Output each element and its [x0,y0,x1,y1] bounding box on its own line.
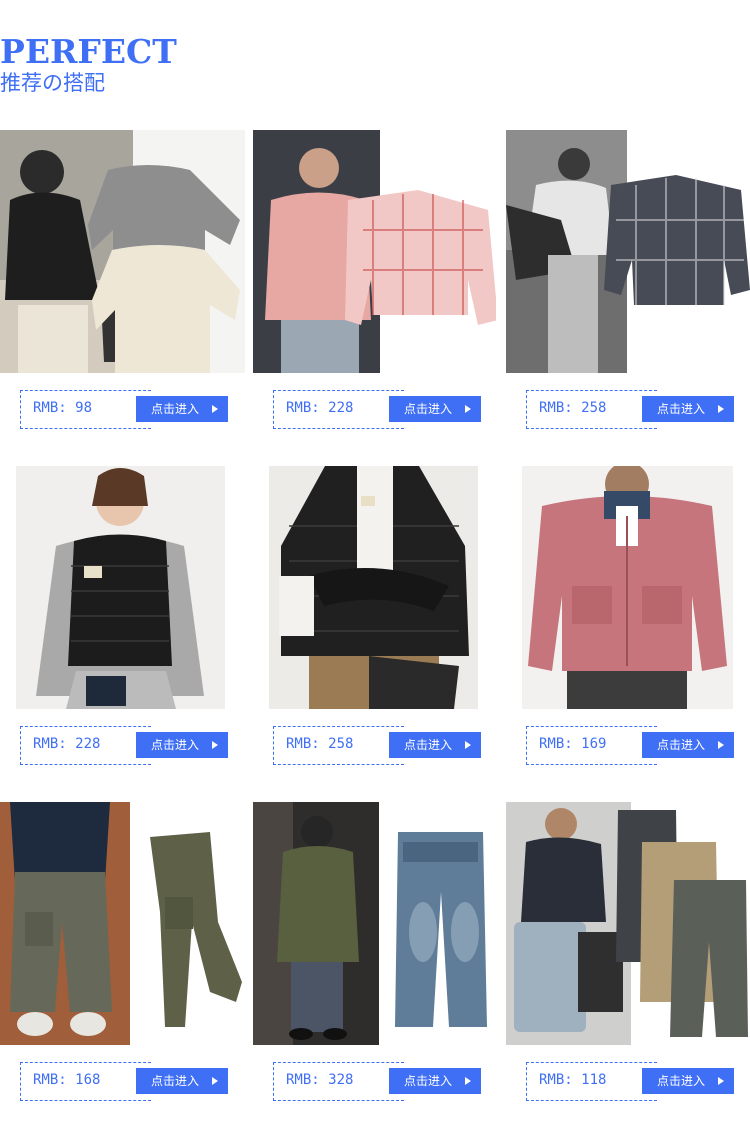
price-box: RMB: 228 [273,390,404,429]
enter-button-label: 点击进入 [151,738,200,752]
price-box: RMB: 258 [526,390,657,429]
price-label: RMB: 169 [539,736,607,752]
caret-right-icon [212,741,218,749]
price-box: RMB: 169 [526,726,657,765]
price-box: RMB: 118 [526,1062,657,1101]
product-card[interactable]: RMB: 98 点击进入 [0,130,245,430]
product-card[interactable]: RMB: 228 点击进入 [253,130,496,430]
caret-right-icon [212,405,218,413]
caret-right-icon [465,741,471,749]
product-card[interactable]: RMB: 118 点击进入 [506,802,750,1102]
price-box: RMB: 258 [273,726,404,765]
price-label: RMB: 118 [539,1072,607,1088]
price-box: RMB: 98 [20,390,151,429]
enter-button[interactable]: 点击进入 [389,1068,481,1094]
caret-right-icon [718,405,724,413]
enter-button-label: 点击进入 [404,738,453,752]
product-photo[interactable] [506,802,750,1045]
price-box: RMB: 328 [273,1062,404,1101]
caret-right-icon [718,1077,724,1085]
enter-button-label: 点击进入 [404,402,453,416]
product-photo[interactable] [522,466,733,709]
enter-button[interactable]: 点击进入 [136,732,228,758]
price-box: RMB: 228 [20,726,151,765]
price-label: RMB: 328 [286,1072,354,1088]
enter-button[interactable]: 点击进入 [642,396,734,422]
enter-button[interactable]: 点击进入 [389,396,481,422]
page-subtitle: 推荐の搭配 [0,71,105,95]
enter-button-label: 点击进入 [151,402,200,416]
caret-right-icon [212,1077,218,1085]
product-photo[interactable] [16,466,225,709]
enter-button[interactable]: 点击进入 [389,732,481,758]
price-label: RMB: 228 [286,400,354,416]
caret-right-icon [465,405,471,413]
enter-button-label: 点击进入 [657,402,706,416]
enter-button-label: 点击进入 [657,1074,706,1088]
enter-button[interactable]: 点击进入 [136,396,228,422]
price-label: RMB: 228 [33,736,101,752]
product-card[interactable]: RMB: 258 点击进入 [253,466,488,766]
page-header: PERFECT 推荐の搭配 [0,34,177,96]
product-photo[interactable] [253,130,496,373]
enter-button-label: 点击进入 [151,1074,200,1088]
product-photo[interactable] [253,802,496,1045]
product-photo[interactable] [0,130,245,373]
caret-right-icon [465,1077,471,1085]
enter-button[interactable]: 点击进入 [642,732,734,758]
product-card[interactable]: RMB: 328 点击进入 [253,802,496,1102]
product-card[interactable]: RMB: 258 点击进入 [506,130,750,430]
price-box: RMB: 168 [20,1062,151,1101]
enter-button[interactable]: 点击进入 [136,1068,228,1094]
product-photo[interactable] [506,130,750,373]
price-label: RMB: 168 [33,1072,101,1088]
product-card[interactable]: RMB: 228 点击进入 [0,466,235,766]
product-card[interactable]: RMB: 168 点击进入 [0,802,245,1102]
product-photo[interactable] [269,466,478,709]
page-title: PERFECT [0,32,177,71]
enter-button-label: 点击进入 [404,1074,453,1088]
price-label: RMB: 98 [33,400,93,416]
price-label: RMB: 258 [286,736,354,752]
enter-button-label: 点击进入 [657,738,706,752]
enter-button[interactable]: 点击进入 [642,1068,734,1094]
product-photo[interactable] [0,802,245,1045]
caret-right-icon [718,741,724,749]
price-label: RMB: 258 [539,400,607,416]
product-card[interactable]: RMB: 169 点击进入 [506,466,741,766]
